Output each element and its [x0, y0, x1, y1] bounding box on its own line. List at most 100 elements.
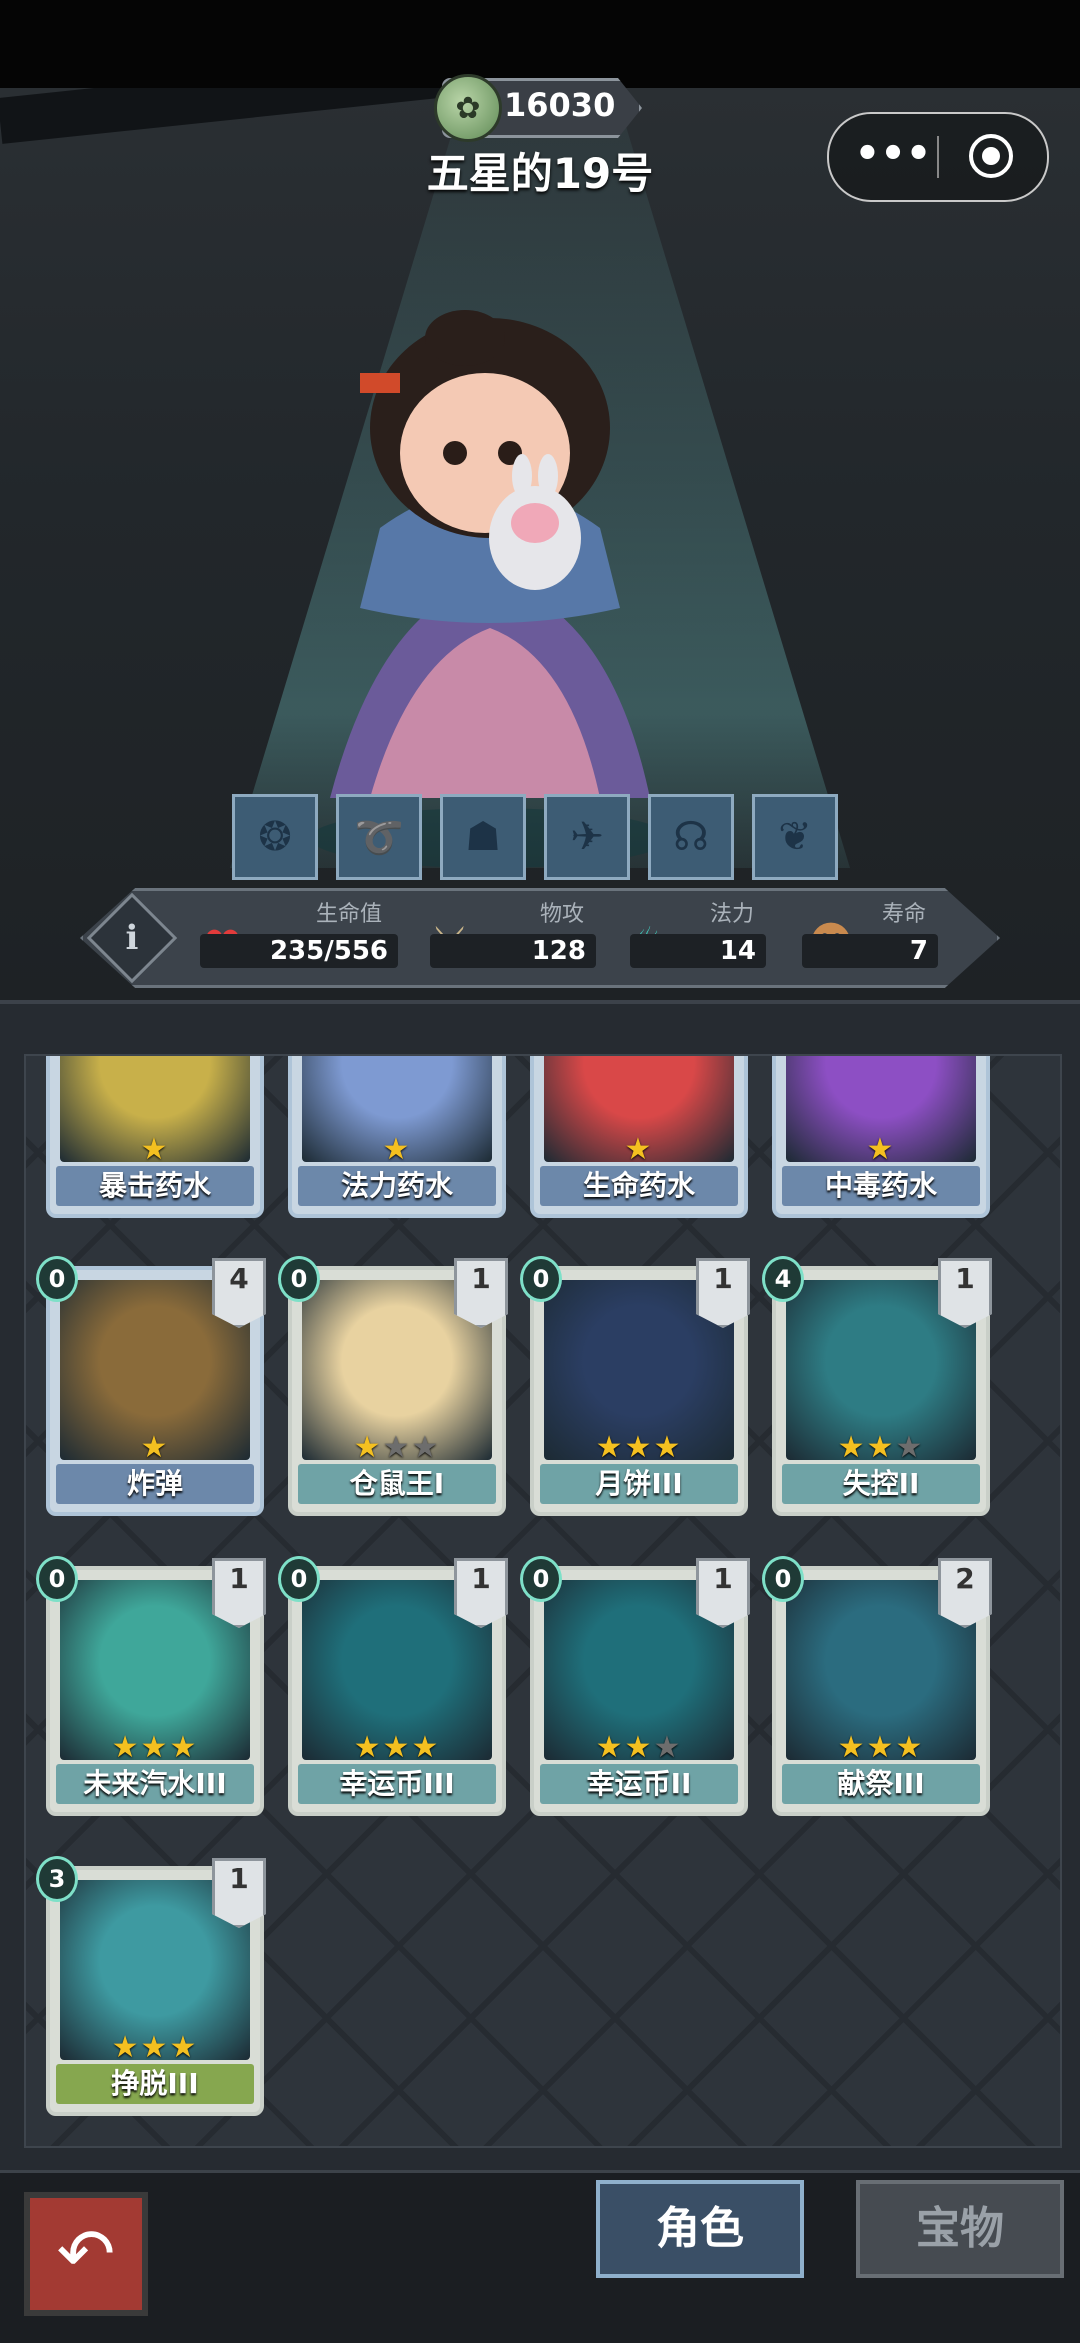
star-icon: ★ [895, 1730, 925, 1765]
skill-curl-icon[interactable]: ➰ [336, 794, 422, 880]
star-icon: ★ [653, 1430, 683, 1465]
card-stars: ★★★ [776, 1430, 986, 1465]
card-cost-badge: 3 [36, 1856, 78, 1902]
card-count-badge: 1 [212, 1558, 266, 1628]
card-cost-badge: 0 [36, 1256, 78, 1302]
star-icon: ★ [382, 1132, 412, 1167]
star-icon: ★ [866, 1430, 896, 1465]
skill-swoosh-icon[interactable]: ❦ [752, 794, 838, 880]
card-cost-badge: 0 [278, 1556, 320, 1602]
mana-label: 法力 [710, 902, 755, 927]
attack-label: 物攻 [540, 902, 585, 927]
star-icon: ★ [837, 1730, 867, 1765]
star-icon: ★ [624, 1430, 654, 1465]
card-name: 幸运币III [298, 1764, 496, 1804]
lifespan-label: 寿命 [882, 902, 927, 927]
card-count-badge: 4 [212, 1258, 266, 1328]
item-card[interactable]: ★★★ 幸运币III 0 1 [278, 1556, 508, 1816]
card-name: 炸弹 [56, 1464, 254, 1504]
close-target-icon[interactable] [969, 134, 1013, 178]
tab-role[interactable]: 角色 [596, 2180, 804, 2278]
card-count-badge: 1 [454, 1258, 508, 1328]
card-stars: ★ [50, 1132, 260, 1167]
hp-label: 生命值 [316, 902, 383, 927]
card-name: 幸运币II [540, 1764, 738, 1804]
card-cost-badge: 0 [520, 1556, 562, 1602]
item-card[interactable]: ★ 暴击药水 [46, 1056, 264, 1218]
card-name: 法力药水 [298, 1166, 496, 1206]
star-icon: ★ [111, 1730, 141, 1765]
card-count-badge: 1 [696, 1558, 750, 1628]
star-icon: ★ [140, 1430, 170, 1465]
star-icon: ★ [895, 1430, 925, 1465]
card-cost-badge: 0 [762, 1556, 804, 1602]
skill-ghost-icon[interactable]: ☗ [440, 794, 526, 880]
card-count-badge: 2 [938, 1558, 992, 1628]
item-card[interactable]: ★★★ 月饼III 0 1 [520, 1256, 750, 1516]
card-cost-badge: 0 [520, 1256, 562, 1302]
star-icon: ★ [624, 1132, 654, 1167]
hp-value: 235/556 [200, 934, 398, 968]
item-card[interactable]: ★★★ 献祭III 0 2 [762, 1556, 992, 1816]
skill-orb-icon[interactable]: ❂ [232, 794, 318, 880]
card-name: 中毒药水 [782, 1166, 980, 1206]
back-button[interactable]: ↶ [24, 2192, 148, 2316]
card-grid: ★ 暴击药水 ★ 法力药水 ★ 生命药水 ★ 中毒药水 ★ 炸弹 0 4 ★★★ 仓鼠王I 0 1 ★★★ 月饼I… [24, 1054, 1062, 2148]
item-card[interactable]: ★★★ 挣脱III 3 1 [36, 1856, 266, 2116]
card-name: 失控II [782, 1464, 980, 1504]
card-stars: ★ [534, 1132, 744, 1167]
item-card[interactable]: ★ 炸弹 0 4 [36, 1256, 266, 1516]
card-name: 月饼III [540, 1464, 738, 1504]
status-bar [0, 0, 1080, 88]
card-count-badge: 1 [454, 1558, 508, 1628]
item-card[interactable]: ★ 中毒药水 [772, 1056, 990, 1218]
skill-runner-icon[interactable]: ✈ [544, 794, 630, 880]
card-name: 挣脱III [56, 2064, 254, 2104]
card-name: 仓鼠王I [298, 1464, 496, 1504]
star-icon: ★ [169, 2030, 199, 2065]
star-icon: ★ [140, 1132, 170, 1167]
star-icon: ★ [382, 1730, 412, 1765]
star-icon: ★ [653, 1730, 683, 1765]
card-stars: ★★★ [534, 1430, 744, 1465]
card-cost-badge: 0 [36, 1556, 78, 1602]
item-card[interactable]: ★★★ 仓鼠王I 0 1 [278, 1256, 508, 1516]
mini-program-capsule: ••• [827, 112, 1049, 202]
card-name: 献祭III [782, 1764, 980, 1804]
star-icon: ★ [595, 1730, 625, 1765]
item-card[interactable]: ★★★ 失控II 4 1 [762, 1256, 992, 1516]
card-stars: ★★★ [292, 1430, 502, 1465]
more-menu-button[interactable]: ••• [853, 132, 933, 180]
card-name: 生命药水 [540, 1166, 738, 1206]
card-stars: ★ [292, 1132, 502, 1167]
item-card[interactable]: ★ 法力药水 [288, 1056, 506, 1218]
info-icon: i [125, 918, 139, 958]
item-card[interactable]: ★★★ 未来汽水III 0 1 [36, 1556, 266, 1816]
card-stars: ★★★ [50, 1730, 260, 1765]
skill-hold-icon[interactable]: ☊ [648, 794, 734, 880]
star-icon: ★ [411, 1430, 441, 1465]
star-icon: ★ [837, 1430, 867, 1465]
card-cost-badge: 4 [762, 1256, 804, 1302]
star-icon: ★ [595, 1430, 625, 1465]
star-icon: ★ [866, 1730, 896, 1765]
card-count-badge: 1 [212, 1858, 266, 1928]
card-cost-badge: 0 [278, 1256, 320, 1302]
tab-treasure[interactable]: 宝物 [856, 2180, 1064, 2278]
card-count-badge: 1 [938, 1258, 992, 1328]
star-icon: ★ [353, 1730, 383, 1765]
lifespan-value: 7 [802, 934, 938, 968]
card-stars: ★★★ [292, 1730, 502, 1765]
card-name: 未来汽水III [56, 1764, 254, 1804]
item-card[interactable]: ★ 生命药水 [530, 1056, 748, 1218]
star-icon: ★ [866, 1132, 896, 1167]
item-card[interactable]: ★★★ 幸运币II 0 1 [520, 1556, 750, 1816]
capsule-divider [937, 136, 939, 178]
star-icon: ★ [382, 1430, 412, 1465]
back-arrow-icon: ↶ [56, 2213, 116, 2295]
character-portrait[interactable] [260, 278, 720, 878]
mana-value: 14 [630, 934, 766, 968]
card-name: 暴击药水 [56, 1166, 254, 1206]
card-stars: ★★★ [534, 1730, 744, 1765]
star-icon: ★ [169, 1730, 199, 1765]
